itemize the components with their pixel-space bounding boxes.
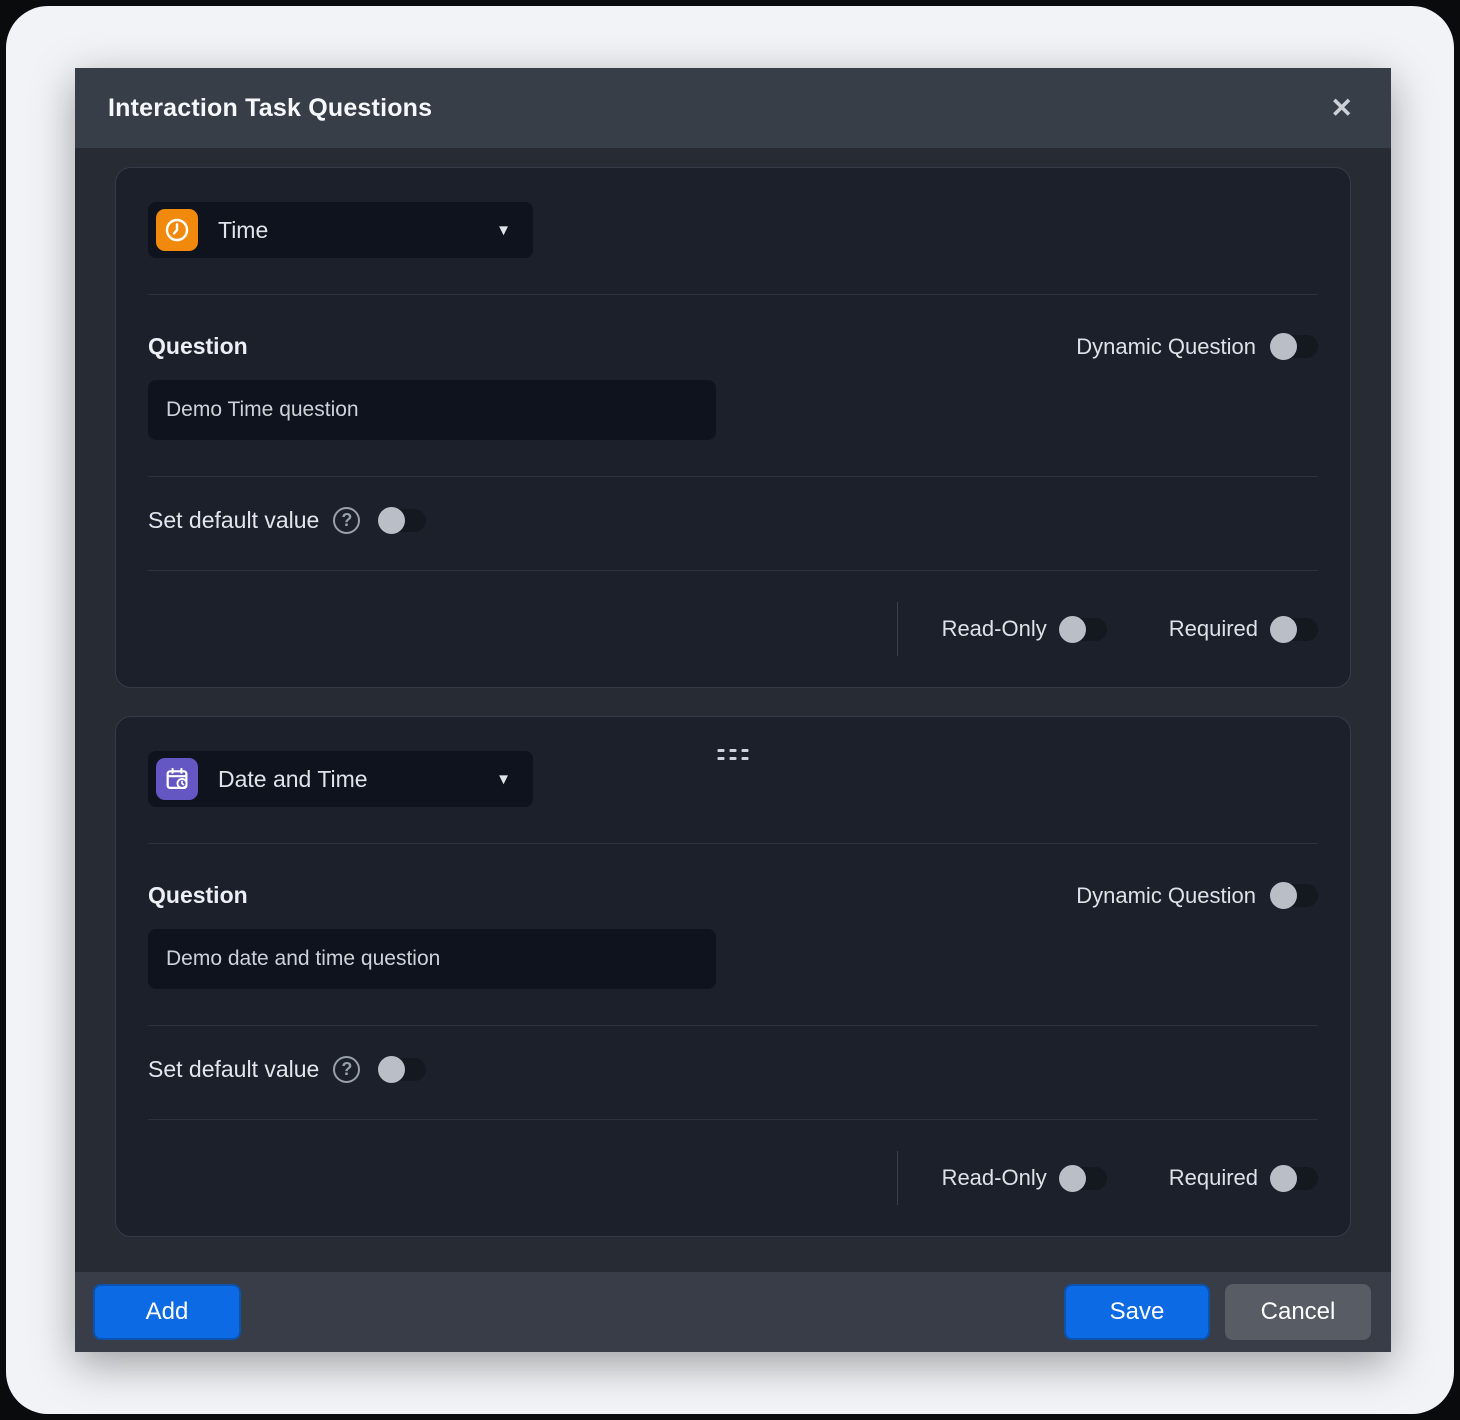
question-text-input[interactable] — [148, 380, 716, 440]
divider — [148, 1119, 1318, 1120]
question-type-value: Date and Time — [218, 766, 496, 793]
question-label: Question — [148, 333, 248, 360]
interaction-task-questions-dialog: Interaction Task Questions ✕ Time ▼ — [75, 68, 1391, 1352]
dynamic-question-label: Dynamic Question — [1076, 334, 1256, 360]
required-toggle[interactable] — [1272, 618, 1318, 641]
required-label: Required — [1169, 1165, 1258, 1191]
required-label: Required — [1169, 616, 1258, 642]
toggle-knob — [378, 1056, 405, 1083]
question-card-date-and-time: Date and Time ▼ Question Dynamic Questio… — [115, 716, 1351, 1237]
dynamic-question-toggle[interactable] — [1272, 335, 1318, 358]
divider — [897, 602, 898, 656]
toggle-knob — [1270, 1165, 1297, 1192]
divider — [148, 476, 1318, 477]
divider — [897, 1151, 898, 1205]
dialog-header: Interaction Task Questions ✕ — [75, 68, 1391, 148]
read-only-toggle[interactable] — [1061, 1167, 1107, 1190]
toggle-knob — [1270, 882, 1297, 909]
chevron-down-icon: ▼ — [496, 222, 511, 239]
dynamic-question-label: Dynamic Question — [1076, 883, 1256, 909]
toggle-knob — [378, 507, 405, 534]
divider — [148, 1025, 1318, 1026]
set-default-value-toggle[interactable] — [380, 1058, 426, 1081]
add-button[interactable]: Add — [93, 1284, 241, 1340]
delete-question-button[interactable] — [824, 1163, 855, 1194]
chevron-down-icon: ▼ — [496, 771, 511, 788]
question-card-time: Time ▼ Question Dynamic Question Set def… — [115, 167, 1351, 688]
set-default-value-label: Set default value — [148, 1056, 319, 1083]
question-type-select[interactable]: Time ▼ — [148, 202, 533, 258]
calendar-clock-icon — [156, 758, 198, 800]
dialog-title: Interaction Task Questions — [108, 94, 432, 123]
required-toggle[interactable] — [1272, 1167, 1318, 1190]
dynamic-question-toggle[interactable] — [1272, 884, 1318, 907]
read-only-toggle[interactable] — [1061, 618, 1107, 641]
question-label: Question — [148, 882, 248, 909]
clock-icon — [156, 209, 198, 251]
delete-question-button[interactable] — [824, 614, 855, 645]
question-text-input[interactable] — [148, 929, 716, 989]
question-type-select[interactable]: Date and Time ▼ — [148, 751, 533, 807]
divider — [148, 294, 1318, 295]
save-button[interactable]: Save — [1064, 1284, 1210, 1340]
page-background: Interaction Task Questions ✕ Time ▼ — [6, 6, 1454, 1414]
read-only-label: Read-Only — [942, 1165, 1047, 1191]
set-default-value-toggle[interactable] — [380, 509, 426, 532]
divider — [148, 843, 1318, 844]
toggle-knob — [1059, 616, 1086, 643]
help-icon[interactable]: ? — [333, 507, 360, 534]
question-type-value: Time — [218, 217, 496, 244]
close-icon[interactable]: ✕ — [1330, 95, 1353, 122]
dialog-footer: Add Save Cancel — [75, 1272, 1391, 1352]
cancel-button[interactable]: Cancel — [1225, 1284, 1371, 1340]
read-only-label: Read-Only — [942, 616, 1047, 642]
drag-handle-icon[interactable] — [718, 749, 749, 760]
toggle-knob — [1270, 333, 1297, 360]
set-default-value-label: Set default value — [148, 507, 319, 534]
dialog-body: Time ▼ Question Dynamic Question Set def… — [75, 148, 1391, 1272]
help-icon[interactable]: ? — [333, 1056, 360, 1083]
toggle-knob — [1059, 1165, 1086, 1192]
toggle-knob — [1270, 616, 1297, 643]
divider — [148, 570, 1318, 571]
